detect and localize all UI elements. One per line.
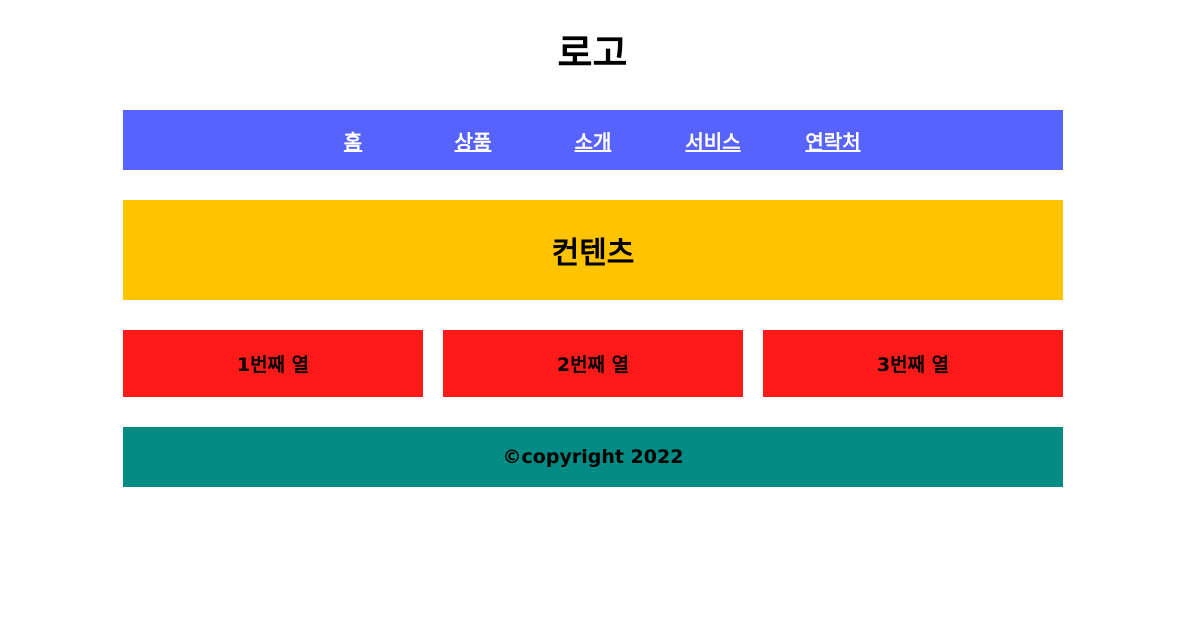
nav-bar: 홈 상품 소개 서비스 연락처 bbox=[123, 110, 1063, 170]
column-2: 2번째 열 bbox=[443, 330, 743, 397]
content-section: 컨텐츠 bbox=[123, 200, 1063, 300]
nav-item-contact[interactable]: 연락처 bbox=[773, 126, 893, 155]
page: 로고 홈 상품 소개 서비스 연락처 컨텐츠 1번째 열 2번째 열 3번째 열… bbox=[0, 0, 1185, 617]
column-1: 1번째 열 bbox=[123, 330, 423, 397]
nav-item-home[interactable]: 홈 bbox=[293, 126, 413, 155]
logo: 로고 bbox=[557, 31, 628, 75]
column-3: 3번째 열 bbox=[763, 330, 1063, 397]
nav-item-about[interactable]: 소개 bbox=[533, 126, 653, 155]
nav-item-products[interactable]: 상품 bbox=[413, 126, 533, 155]
nav-item-services[interactable]: 서비스 bbox=[653, 126, 773, 155]
footer: ©copyright 2022 bbox=[123, 427, 1063, 487]
